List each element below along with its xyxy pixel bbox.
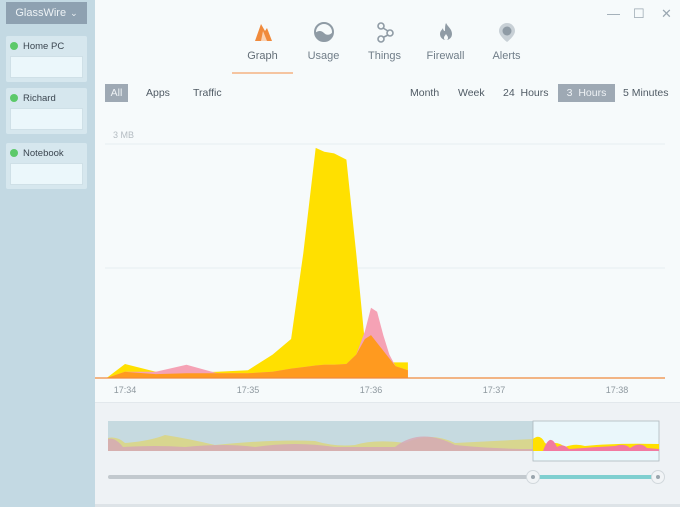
x-tick-label: 17:38: [606, 385, 629, 395]
x-tick-label: 17:37: [483, 385, 506, 395]
device-name: Notebook: [23, 147, 64, 159]
status-online-icon: [10, 42, 18, 50]
tab-label: Firewall: [426, 50, 465, 62]
x-tick-label: 17:34: [114, 385, 137, 395]
tab-label: Alerts: [492, 50, 521, 62]
tab-label: Graph: [247, 50, 278, 62]
device-name: Home PC: [23, 40, 65, 52]
alerts-icon: [476, 20, 537, 44]
range-week[interactable]: Week: [453, 84, 490, 102]
active-tab-indicator: [232, 72, 293, 74]
range-24-hours[interactable]: 24 Hours: [498, 84, 554, 102]
maximize-button[interactable]: ☐: [633, 6, 645, 22]
timeline-overview: [95, 403, 680, 504]
tab-firewall[interactable]: Firewall: [415, 20, 476, 62]
y-tick-label: 3 MB: [113, 130, 134, 140]
filter-traffic[interactable]: Traffic: [188, 84, 227, 102]
usage-icon: [293, 20, 354, 44]
device-sparkline: [10, 108, 83, 130]
firewall-icon: [415, 20, 476, 44]
close-button[interactable]: ✕: [661, 6, 672, 22]
tab-label: Things: [367, 50, 402, 62]
tab-alerts[interactable]: Alerts: [476, 20, 537, 62]
tab-label: Usage: [307, 50, 340, 62]
status-online-icon: [10, 94, 18, 102]
status-online-icon: [10, 149, 18, 157]
x-tick-label: 17:35: [237, 385, 260, 395]
main-tabs: Graph Usage Things Firewall Alerts: [232, 20, 537, 62]
traffic-graph[interactable]: 3 MB 17:34 17:35 17:36 17:37 17:38: [95, 110, 680, 402]
minimize-button[interactable]: —: [607, 6, 620, 21]
brand-label: GlassWire: [15, 7, 67, 19]
range-5-minutes[interactable]: 5 Minutes: [618, 84, 674, 102]
sidebar: GlassWire ⌄ Home PC Richard Notebook: [0, 0, 95, 507]
device-sparkline: [10, 163, 83, 185]
device-name: Richard: [23, 92, 56, 104]
brand-menu-button[interactable]: GlassWire ⌄: [6, 2, 87, 24]
x-tick-label: 17:36: [360, 385, 383, 395]
main-panel: — ☐ ✕ Graph Usage Things Firewall Alerts…: [95, 0, 680, 507]
graph-icon: [232, 20, 293, 44]
things-icon: [354, 20, 415, 44]
tab-things[interactable]: Things: [354, 20, 415, 62]
tab-usage[interactable]: Usage: [293, 20, 354, 62]
glasswire-window: GlassWire ⌄ Home PC Richard Notebook — ☐…: [0, 0, 680, 507]
filter-apps[interactable]: Apps: [141, 84, 175, 102]
filter-all[interactable]: All: [105, 84, 128, 102]
device-card-notebook[interactable]: Notebook: [6, 143, 87, 189]
chevron-down-icon: ⌄: [70, 7, 78, 18]
tab-graph[interactable]: Graph: [232, 20, 293, 62]
device-card-home-pc[interactable]: Home PC: [6, 36, 87, 82]
device-card-richard[interactable]: Richard: [6, 88, 87, 134]
range-slider-selected: [533, 475, 659, 479]
range-month[interactable]: Month: [405, 84, 444, 102]
range-slider-track[interactable]: [108, 475, 533, 479]
filter-bar: All Apps Traffic Month Week 24 Hours 3 H…: [95, 82, 680, 104]
range-3-hours[interactable]: 3 Hours: [558, 84, 615, 102]
device-sparkline: [10, 56, 83, 78]
